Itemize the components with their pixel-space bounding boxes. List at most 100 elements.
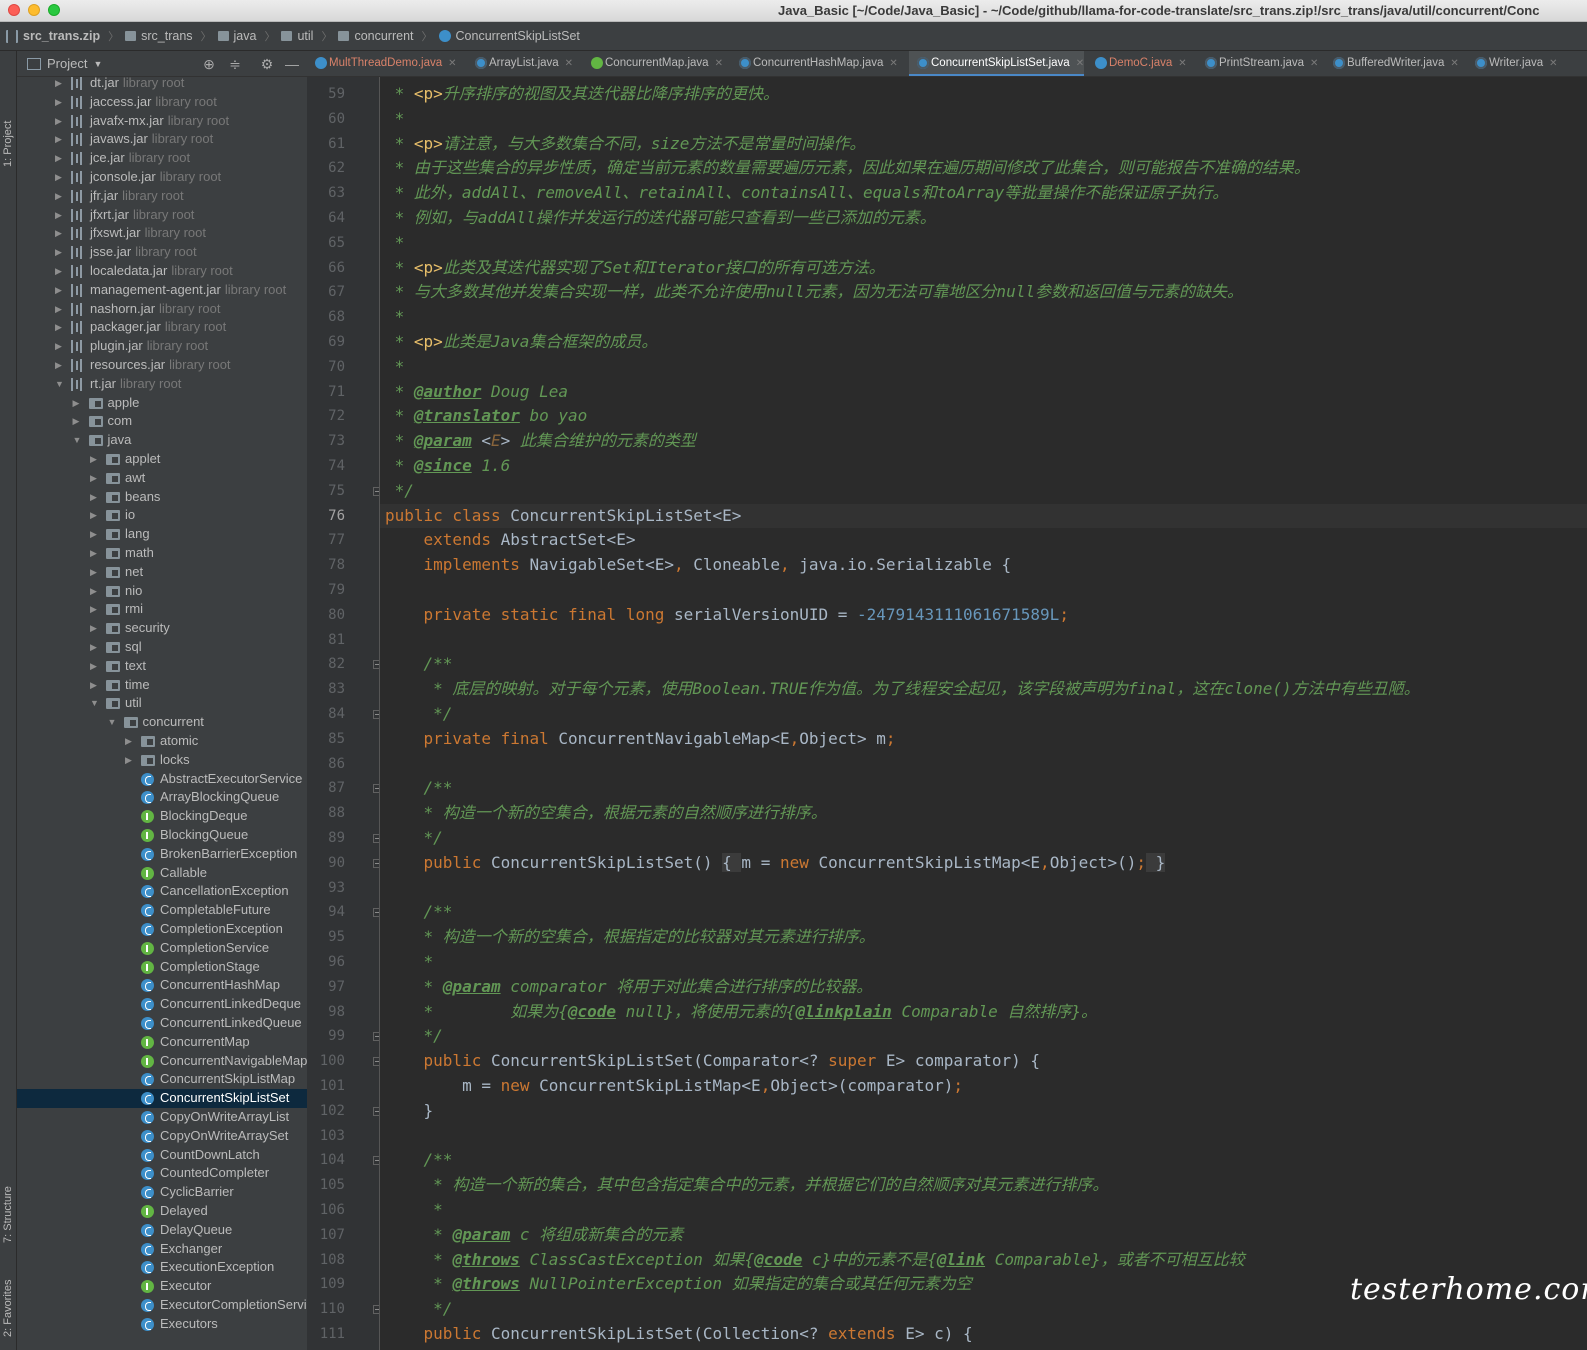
minimize-window-button[interactable] — [28, 4, 40, 16]
tree-node-delayqueue[interactable]: DelayQueue — [17, 1221, 307, 1240]
tree-node-completionexception[interactable]: CompletionException — [17, 920, 307, 939]
tree-node-atomic[interactable]: ▶ atomic — [17, 732, 307, 751]
tree-node-jconsole.jar[interactable]: ▶ jconsole.jar library root — [17, 168, 307, 187]
tree-node-concurrentmap[interactable]: ConcurrentMap — [17, 1033, 307, 1052]
tree-node-time[interactable]: ▶ time — [17, 676, 307, 695]
collapse-icon[interactable]: ≑ — [226, 55, 244, 73]
tab-multthreaddemo[interactable]: MultThreadDemo.java ✕ — [307, 51, 457, 76]
tree-node-executionexception[interactable]: ExecutionException — [17, 1258, 307, 1277]
tree-node-math[interactable]: ▶ math — [17, 544, 307, 563]
tree-node-locks[interactable]: ▶ locks — [17, 751, 307, 770]
tree-node-blockingqueue[interactable]: BlockingQueue — [17, 826, 307, 845]
tree-node-localedata.jar[interactable]: ▶ localedata.jar library root — [17, 262, 307, 281]
caret-right-icon[interactable]: ▶ — [90, 676, 100, 695]
tree-node-copyonwritearrayset[interactable]: CopyOnWriteArraySet — [17, 1127, 307, 1146]
tree-node-jfxrt.jar[interactable]: ▶ jfxrt.jar library root — [17, 206, 307, 225]
tree-node-completionstage[interactable]: CompletionStage — [17, 958, 307, 977]
tree-node-abstractexecutorservice[interactable]: AbstractExecutorService — [17, 770, 307, 789]
tree-node-awt[interactable]: ▶ awt — [17, 469, 307, 488]
caret-down-icon[interactable]: ▼ — [55, 375, 65, 394]
caret-right-icon[interactable]: ▶ — [55, 112, 65, 131]
tree-node-apple[interactable]: ▶ apple — [17, 394, 307, 413]
tree-node-io[interactable]: ▶ io — [17, 506, 307, 525]
caret-down-icon[interactable]: ▼ — [73, 431, 83, 450]
close-icon[interactable]: ✕ — [1178, 58, 1186, 69]
caret-right-icon[interactable]: ▶ — [73, 394, 83, 413]
caret-right-icon[interactable]: ▶ — [55, 93, 65, 112]
caret-right-icon[interactable]: ▶ — [55, 149, 65, 168]
chevron-down-icon[interactable]: ▼ — [93, 59, 102, 69]
caret-down-icon[interactable]: ▼ — [90, 694, 100, 713]
tree-node-executors[interactable]: Executors — [17, 1315, 307, 1334]
caret-right-icon[interactable]: ▶ — [55, 281, 65, 300]
tree-node-jsse.jar[interactable]: ▶ jsse.jar library root — [17, 243, 307, 262]
caret-right-icon[interactable]: ▶ — [90, 563, 100, 582]
tree-node-concurrenthashmap[interactable]: ConcurrentHashMap — [17, 976, 307, 995]
tree-node-packager.jar[interactable]: ▶ packager.jar library root — [17, 318, 307, 337]
caret-right-icon[interactable]: ▶ — [90, 582, 100, 601]
caret-down-icon[interactable]: ▼ — [108, 713, 118, 732]
tree-node-lang[interactable]: ▶ lang — [17, 525, 307, 544]
breadcrumb-item[interactable]: java — [217, 29, 256, 43]
gear-icon[interactable]: ⚙ — [258, 55, 276, 73]
caret-right-icon[interactable]: ▶ — [90, 600, 100, 619]
locate-icon[interactable]: ⊕ — [200, 55, 218, 73]
tree-node-concurrentlinkedqueue[interactable]: ConcurrentLinkedQueue — [17, 1014, 307, 1033]
tree-node-completablefuture[interactable]: CompletableFuture — [17, 901, 307, 920]
breadcrumb-item[interactable]: src_trans — [125, 29, 193, 43]
tree-node-callable[interactable]: Callable — [17, 864, 307, 883]
tree-node-concurrent[interactable]: ▼ concurrent — [17, 713, 307, 732]
tree-node-nashorn.jar[interactable]: ▶ nashorn.jar library root — [17, 300, 307, 319]
tree-node-management-agent.jar[interactable]: ▶ management-agent.jar library root — [17, 281, 307, 300]
caret-right-icon[interactable]: ▶ — [55, 262, 65, 281]
close-icon[interactable]: ✕ — [1310, 58, 1318, 69]
caret-right-icon[interactable]: ▶ — [55, 206, 65, 225]
tree-node-applet[interactable]: ▶ applet — [17, 450, 307, 469]
tree-node-concurrentskiplistmap[interactable]: ConcurrentSkipListMap — [17, 1070, 307, 1089]
caret-right-icon[interactable]: ▶ — [55, 337, 65, 356]
tree-node-exchanger[interactable]: Exchanger — [17, 1240, 307, 1259]
caret-right-icon[interactable]: ▶ — [90, 488, 100, 507]
tab-concurrentmap[interactable]: ConcurrentMap.java ✕ — [583, 51, 723, 76]
tool-tab-favorites[interactable]: 2: Favorites — [0, 1263, 17, 1343]
close-icon[interactable]: ✕ — [889, 58, 897, 69]
tab-bufferedwriter[interactable]: BufferedWriter.java ✕ — [1325, 51, 1459, 76]
tree-node-resources.jar[interactable]: ▶ resources.jar library root — [17, 356, 307, 375]
caret-right-icon[interactable]: ▶ — [125, 751, 135, 770]
close-icon[interactable]: ✕ — [1549, 58, 1557, 69]
tab-printstream[interactable]: PrintStream.java ✕ — [1197, 51, 1318, 76]
tree-node-executorcompletionservi[interactable]: ExecutorCompletionServi — [17, 1296, 307, 1315]
tree-node-arrayblockingqueue[interactable]: ArrayBlockingQueue — [17, 788, 307, 807]
tree-node-javaws.jar[interactable]: ▶ javaws.jar library root — [17, 130, 307, 149]
caret-right-icon[interactable]: ▶ — [90, 506, 100, 525]
caret-right-icon[interactable]: ▶ — [90, 525, 100, 544]
caret-right-icon[interactable]: ▶ — [55, 130, 65, 149]
caret-right-icon[interactable]: ▶ — [90, 469, 100, 488]
caret-right-icon[interactable]: ▶ — [125, 732, 135, 751]
caret-right-icon[interactable]: ▶ — [90, 657, 100, 676]
tree-node-java[interactable]: ▼ java — [17, 431, 307, 450]
tree-node-concurrentnavigablemap[interactable]: ConcurrentNavigableMap — [17, 1052, 307, 1071]
code-editor[interactable]: * <p>升序排序的视图及其迭代器比降序排序的更快。 * * <p>请注意，与大… — [380, 77, 1587, 1350]
tree-node-nio[interactable]: ▶ nio — [17, 582, 307, 601]
tree-node-cyclicbarrier[interactable]: CyclicBarrier — [17, 1183, 307, 1202]
close-icon[interactable]: ✕ — [1076, 58, 1084, 69]
maximize-window-button[interactable] — [48, 4, 60, 16]
project-view-selector[interactable]: Project — [47, 56, 87, 71]
caret-right-icon[interactable]: ▶ — [73, 412, 83, 431]
close-icon[interactable]: ✕ — [715, 58, 723, 69]
close-icon[interactable]: ✕ — [565, 58, 573, 69]
tree-node-text[interactable]: ▶ text — [17, 657, 307, 676]
tree-node-beans[interactable]: ▶ beans — [17, 488, 307, 507]
breadcrumb-item[interactable]: util — [281, 29, 313, 43]
caret-right-icon[interactable]: ▶ — [90, 619, 100, 638]
caret-right-icon[interactable]: ▶ — [55, 77, 65, 93]
tree-node-dt.jar[interactable]: ▶ dt.jar library root — [17, 77, 307, 93]
tree-node-com[interactable]: ▶ com — [17, 412, 307, 431]
tree-node-concurrentlinkeddeque[interactable]: ConcurrentLinkedDeque — [17, 995, 307, 1014]
caret-right-icon[interactable]: ▶ — [55, 243, 65, 262]
close-window-button[interactable] — [8, 4, 20, 16]
caret-right-icon[interactable]: ▶ — [55, 318, 65, 337]
caret-right-icon[interactable]: ▶ — [55, 356, 65, 375]
breadcrumb-item[interactable]: concurrent — [338, 29, 414, 43]
